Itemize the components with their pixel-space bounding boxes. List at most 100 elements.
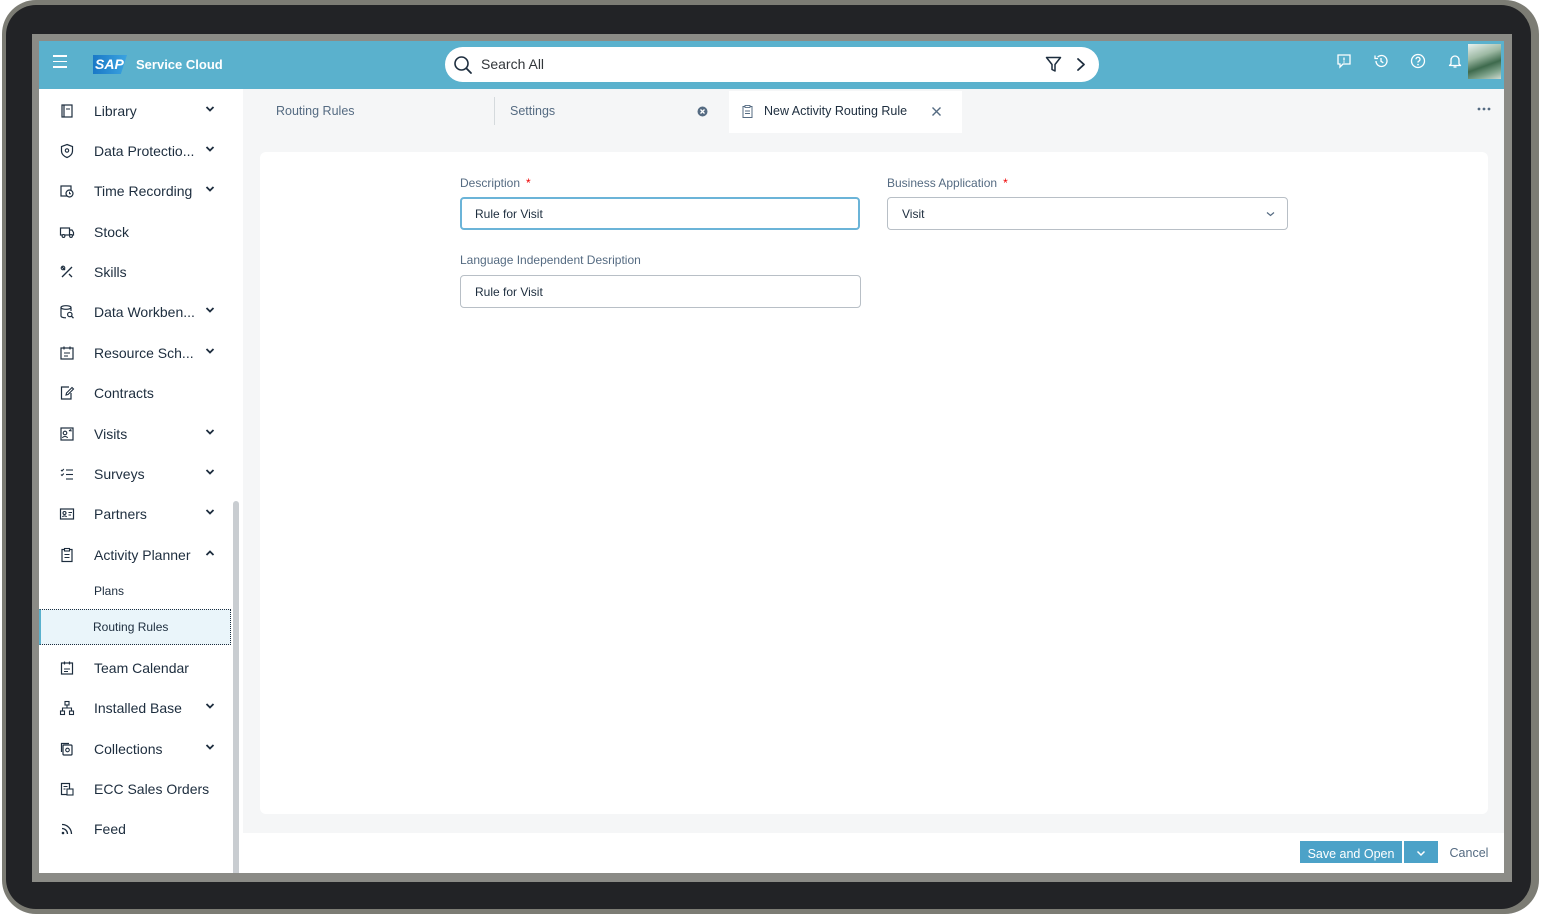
save-and-open-button[interactable]: Save and Open xyxy=(1300,841,1402,863)
sidebar-item-feed[interactable]: Feed xyxy=(39,809,231,849)
close-icon[interactable] xyxy=(931,106,942,117)
sidebar-item-time-recording[interactable]: Time Recording xyxy=(39,171,231,211)
user-avatar[interactable] xyxy=(1468,44,1501,79)
sidebar-item-label: Library xyxy=(94,103,137,119)
sidebar-item-team-calendar[interactable]: Team Calendar xyxy=(39,648,231,688)
close-circle-icon[interactable] xyxy=(697,106,708,117)
sidebar-item-resource-scheduler[interactable]: Resource Sch... xyxy=(39,333,231,373)
filter-icon[interactable] xyxy=(1045,56,1062,73)
tab-routing-rules[interactable]: Routing Rules xyxy=(243,91,493,133)
sidebar-item-label: Data Protectio... xyxy=(94,143,195,159)
chevron-down-icon[interactable] xyxy=(205,702,215,710)
clipboard-icon xyxy=(61,547,73,563)
tab-bar: Routing Rules Settings New Activity Rout… xyxy=(243,89,1504,133)
description-field[interactable] xyxy=(460,197,860,230)
truck-icon xyxy=(59,227,75,238)
sidebar: Library Data Protectio... Time Recording… xyxy=(39,89,243,873)
product-name: Service Cloud xyxy=(136,57,223,72)
sidebar-item-collections[interactable]: Collections xyxy=(39,729,231,769)
feedback-button[interactable] xyxy=(1325,53,1362,75)
chevron-down-icon[interactable] xyxy=(205,185,215,193)
sidebar-item-data-protection[interactable]: Data Protectio... xyxy=(39,131,231,171)
shield-icon xyxy=(60,143,74,159)
business-application-select[interactable]: Visit xyxy=(887,197,1288,230)
sidebar-item-surveys[interactable]: Surveys xyxy=(39,454,231,494)
feedback-icon xyxy=(1336,54,1351,69)
sidebar-item-library[interactable]: Library xyxy=(39,91,231,131)
hierarchy-icon xyxy=(59,700,75,716)
chevron-down-icon[interactable] xyxy=(205,508,215,516)
sidebar-item-skills[interactable]: Skills xyxy=(39,252,231,292)
sidebar-subitem-routing-rules[interactable]: Routing Rules xyxy=(39,609,231,645)
required-marker: * xyxy=(526,176,531,190)
checklist-icon xyxy=(60,468,73,480)
book-icon xyxy=(61,104,73,118)
tab-label: New Activity Routing Rule xyxy=(764,104,908,118)
sidebar-item-contracts[interactable]: Contracts xyxy=(39,373,231,413)
sidebar-item-installed-base[interactable]: Installed Base xyxy=(39,688,231,728)
form-card: Description * Business Application * Visit… xyxy=(260,152,1488,814)
search-input[interactable] xyxy=(481,53,1021,75)
chevron-right-icon[interactable] xyxy=(1075,57,1087,72)
chevron-down-icon[interactable] xyxy=(205,428,215,436)
sidebar-item-data-workbench[interactable]: Data Workben... xyxy=(39,292,231,332)
language-independent-description-field[interactable] xyxy=(460,275,861,308)
history-button[interactable] xyxy=(1362,53,1399,75)
sidebar-item-visits[interactable]: Visits xyxy=(39,414,231,454)
sap-logo[interactable]: SAP xyxy=(93,55,127,74)
sidebar-item-partners[interactable]: Partners xyxy=(39,494,231,534)
cancel-button[interactable]: Cancel xyxy=(1445,843,1493,863)
help-icon xyxy=(1410,53,1425,69)
tab-new-activity-routing-rule[interactable]: New Activity Routing Rule xyxy=(729,91,962,133)
sidebar-item-label: Collections xyxy=(94,741,163,757)
tab-label: Routing Rules xyxy=(276,104,355,118)
clock-calendar-icon xyxy=(60,185,74,198)
tab-settings[interactable]: Settings xyxy=(495,91,727,133)
tab-label: Settings xyxy=(510,104,556,118)
business-application-value: Visit xyxy=(902,207,925,221)
chevron-down-icon xyxy=(1416,850,1426,856)
history-icon xyxy=(1373,54,1388,68)
search-icon[interactable] xyxy=(453,55,473,75)
description-label: Description * xyxy=(460,176,531,190)
sidebar-item-label: Stock xyxy=(94,224,130,240)
business-application-label: Business Application * xyxy=(887,176,1008,190)
sidebar-item-label: Data Workben... xyxy=(94,304,195,320)
sidebar-subitem-label: Plans xyxy=(94,584,125,598)
save-options-button[interactable] xyxy=(1404,841,1438,863)
search-bar xyxy=(445,47,1099,82)
schedule-icon xyxy=(60,346,74,360)
description-label-text: Description xyxy=(460,176,521,190)
sidebar-item-label: Contracts xyxy=(94,385,154,401)
sidebar-item-activity-planner[interactable]: Activity Planner xyxy=(39,535,231,575)
chevron-down-icon xyxy=(1266,212,1275,217)
help-button[interactable] xyxy=(1399,53,1436,75)
sidebar-subitem-plans[interactable]: Plans xyxy=(39,573,231,609)
chevron-down-icon[interactable] xyxy=(205,306,215,314)
sales-order-icon xyxy=(60,782,74,796)
chevron-up-icon[interactable] xyxy=(205,549,215,557)
sidebar-item-label: Activity Planner xyxy=(94,547,191,563)
sidebar-item-label: Resource Sch... xyxy=(94,345,194,361)
sidebar-item-ecc-sales-orders[interactable]: ECC Sales Orders xyxy=(39,769,231,809)
menu-icon[interactable] xyxy=(53,55,67,69)
chevron-down-icon[interactable] xyxy=(205,347,215,355)
database-search-icon xyxy=(60,305,74,319)
partner-card-icon xyxy=(59,508,75,520)
app-screen: SAP Service Cloud Search All Library Dat… xyxy=(39,41,1504,873)
chevron-down-icon[interactable] xyxy=(205,145,215,153)
chevron-down-icon[interactable] xyxy=(205,105,215,113)
sidebar-item-label: Partners xyxy=(94,506,147,522)
sidebar-scrollbar[interactable] xyxy=(233,501,239,873)
sidebar-item-label: Installed Base xyxy=(94,700,182,716)
chevron-down-icon[interactable] xyxy=(205,743,215,751)
shell-bar: SAP Service Cloud xyxy=(39,41,1504,89)
language-independent-label: Language Independent Desription xyxy=(460,253,641,267)
required-marker: * xyxy=(1003,176,1008,190)
edit-document-icon xyxy=(60,386,75,400)
clipboard-icon xyxy=(742,105,753,118)
sidebar-item-stock[interactable]: Stock xyxy=(39,212,231,252)
more-options-icon[interactable] xyxy=(1477,107,1491,111)
chevron-down-icon[interactable] xyxy=(205,468,215,476)
calendar-icon xyxy=(60,661,74,675)
